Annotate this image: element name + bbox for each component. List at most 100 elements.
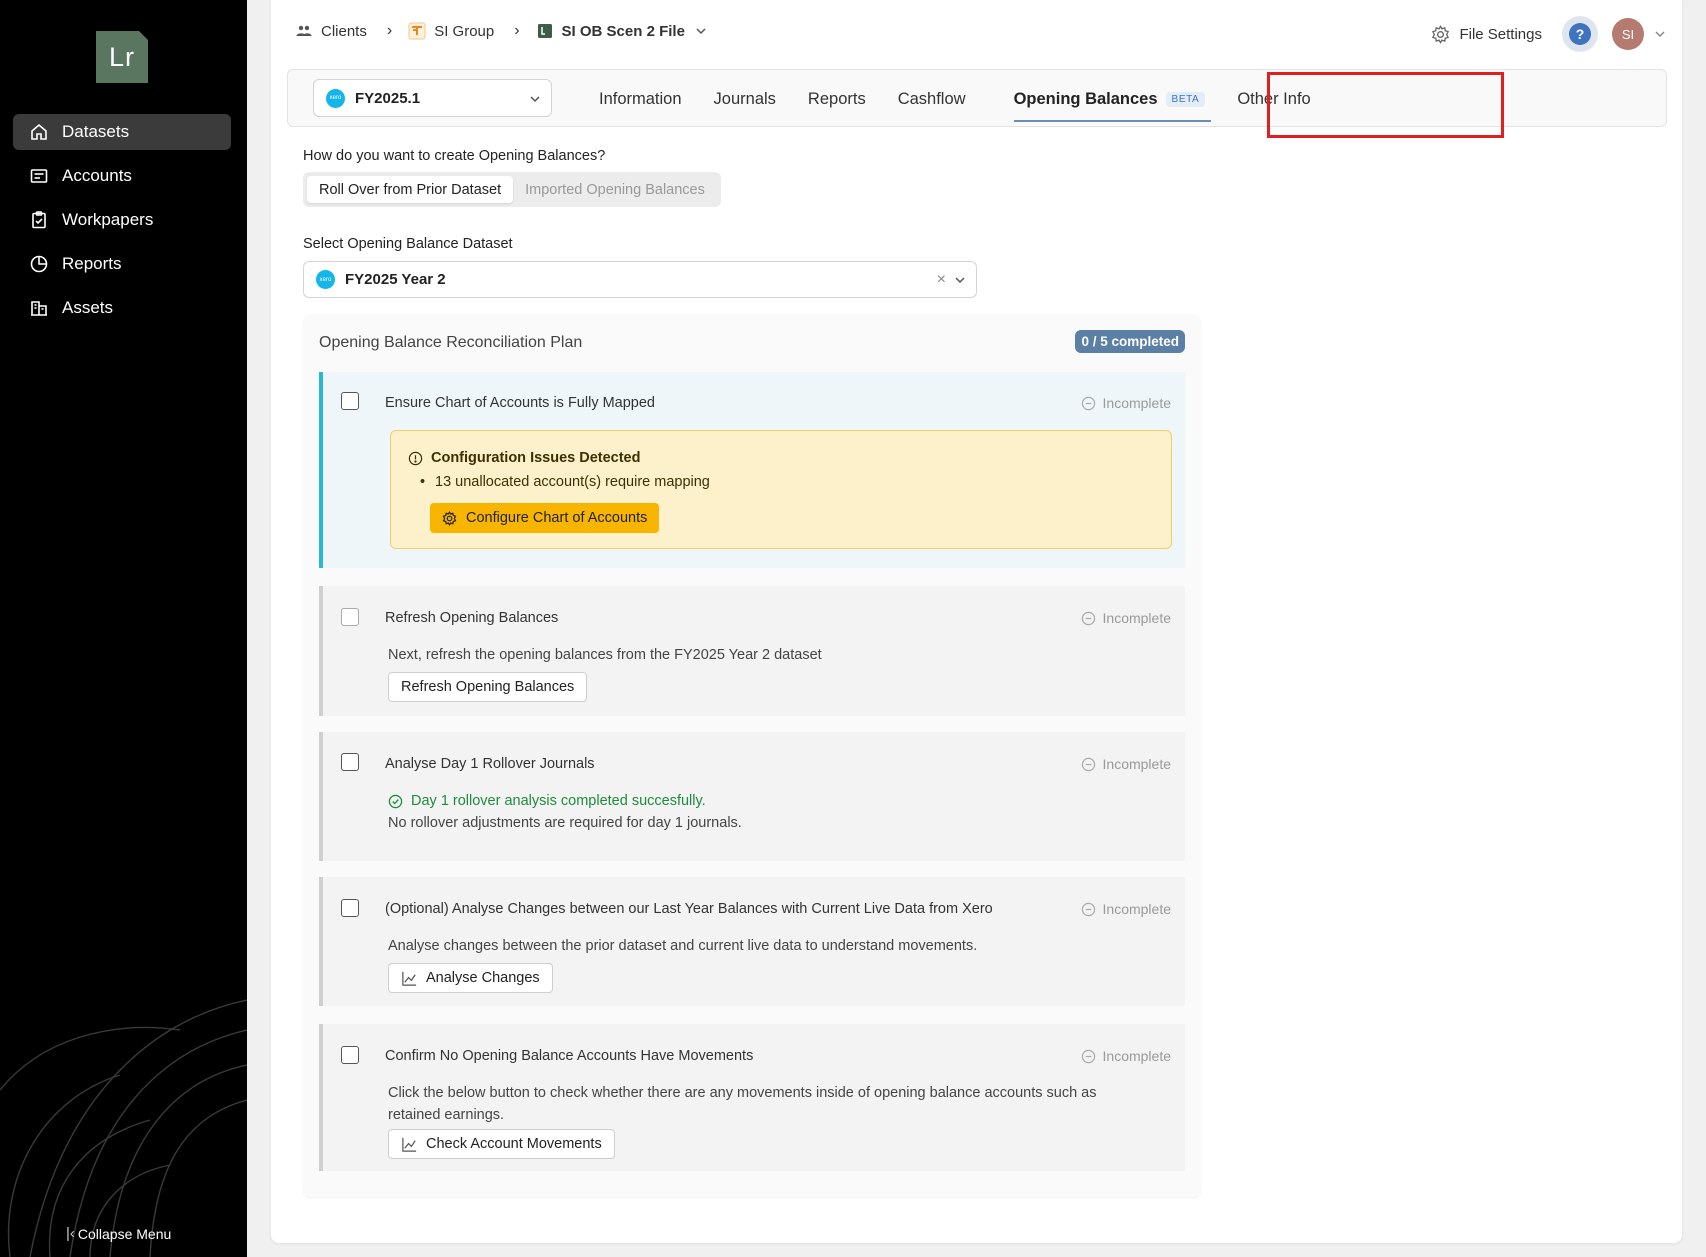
refresh-button-label: Refresh Opening Balances [401, 679, 575, 695]
step-title: (Optional) Analyse Changes between our L… [385, 901, 993, 917]
step-checkbox[interactable] [341, 608, 359, 626]
dataset-select-value: FY2025.1 [355, 89, 421, 107]
sidebar-nav: Datasets Accounts Workpapers Reports Ass… [13, 114, 231, 334]
plan-step: (Optional) Analyse Changes between our L… [319, 877, 1185, 1006]
app-logo: Lr [96, 31, 148, 83]
main-panel: Clients › SI Group › SI OB Scen 2 File F… [271, 0, 1682, 1243]
step-status-label: Incomplete [1102, 1048, 1171, 1064]
step-description: No rollover adjustments are required for… [388, 815, 742, 831]
check-movements-label: Check Account Movements [426, 1136, 602, 1152]
clipboard-icon [32, 211, 46, 229]
mode-rollover-button[interactable]: Roll Over from Prior Dataset [307, 176, 514, 203]
step-status-label: Incomplete [1102, 756, 1171, 772]
minus-circle-icon [1081, 1049, 1095, 1063]
plan-step: Confirm No Opening Balance Accounts Have… [319, 1024, 1185, 1171]
sidebar-item-workpapers[interactable]: Workpapers [13, 202, 231, 238]
dataset-select[interactable]: xero FY2025.1 [313, 79, 552, 117]
ob-dataset-select[interactable]: xero FY2025 Year 2 × [303, 261, 977, 298]
chevron-down-icon [955, 277, 965, 284]
check-circle-icon [388, 794, 403, 808]
gear-icon [442, 510, 457, 526]
sidebar: Lr Datasets Accounts Workpapers Reports … [0, 0, 247, 1257]
ob-dataset-value: FY2025 Year 2 [345, 271, 446, 288]
success-message: Day 1 rollover analysis completed succes… [388, 793, 706, 809]
clear-icon[interactable]: × [937, 271, 946, 289]
tab-journals[interactable]: Journals [714, 70, 776, 128]
sidebar-item-accounts[interactable]: Accounts [13, 158, 231, 194]
plan-title: Opening Balance Reconciliation Plan [319, 334, 583, 351]
step-checkbox[interactable] [341, 1046, 359, 1064]
success-text: Day 1 rollover analysis completed succes… [411, 793, 706, 809]
step-description: Next, refresh the opening balances from … [388, 647, 822, 663]
alert-title: Configuration Issues Detected [408, 450, 640, 466]
home-icon [31, 123, 47, 140]
chevron-down-icon[interactable] [695, 25, 707, 37]
avatar[interactable]: SI [1612, 18, 1644, 50]
plan-step: Refresh Opening Balances Incomplete Next… [319, 586, 1185, 716]
users-icon [296, 25, 312, 36]
chevron-right-icon: › [386, 22, 393, 39]
step-checkbox[interactable] [341, 392, 359, 410]
collapse-menu-button[interactable]: |‹ Collapse Menu [66, 1225, 171, 1242]
check-account-movements-button[interactable]: Check Account Movements [388, 1129, 615, 1159]
mode-imported-button[interactable]: Imported Opening Balances [513, 176, 717, 203]
trend-chart-icon [402, 971, 417, 986]
step-status-label: Incomplete [1102, 395, 1171, 411]
step-description: Analyse changes between the prior datase… [388, 938, 978, 954]
breadcrumb: Clients › SI Group › SI OB Scen 2 File [295, 22, 707, 40]
configure-chart-button-label: Configure Chart of Accounts [466, 510, 648, 526]
minus-circle-icon [1081, 396, 1095, 410]
tab-opening-balances[interactable]: Opening Balances BETA [998, 70, 1222, 128]
sidebar-item-label: Reports [62, 254, 122, 273]
ob-dataset-label: Select Opening Balance Dataset [303, 236, 513, 252]
sidebar-item-label: Workpapers [62, 210, 154, 229]
step-status: Incomplete [1081, 1048, 1171, 1064]
help-button[interactable]: ? [1562, 16, 1598, 52]
minus-circle-icon [1081, 757, 1095, 771]
file-settings-label: File Settings [1459, 25, 1542, 43]
step-status-label: Incomplete [1102, 901, 1171, 917]
file-logo-icon [537, 24, 552, 38]
step-status-label: Incomplete [1102, 610, 1171, 626]
collapse-menu-label: Collapse Menu [77, 1225, 172, 1242]
decorative-swirl [0, 999, 247, 1257]
plan-step: Ensure Chart of Accounts is Fully Mapped… [319, 372, 1185, 568]
mode-toggle: Roll Over from Prior Dataset Imported Op… [303, 172, 721, 207]
tab-bar: xero FY2025.1 Information Journals Repor… [287, 69, 1667, 127]
breadcrumb-group[interactable]: SI Group [408, 22, 494, 40]
tab-cashflow[interactable]: Cashflow [898, 70, 966, 128]
chevron-down-icon [530, 96, 540, 103]
xero-logo-icon: xero [326, 88, 345, 108]
breadcrumb-clients[interactable]: Clients [295, 22, 367, 40]
collapse-icon: |‹ [66, 1225, 75, 1242]
configure-chart-button[interactable]: Configure Chart of Accounts [430, 503, 660, 533]
breadcrumb-clients-label: Clients [321, 22, 367, 40]
plan-step: Analyse Day 1 Rollover Journals Incomple… [319, 732, 1185, 861]
tabs: Information Journals Reports Cashflow Op… [599, 70, 1343, 128]
tab-information[interactable]: Information [599, 70, 682, 128]
alert-info-icon [408, 451, 423, 465]
tab-other-info[interactable]: Other Info [1237, 70, 1310, 128]
help-icon: ? [1569, 23, 1591, 45]
breadcrumb-file[interactable]: SI OB Scen 2 File [536, 22, 707, 40]
file-settings-button[interactable]: File Settings [1431, 24, 1542, 44]
alert-list-item: 13 unallocated account(s) require mappin… [420, 474, 710, 490]
step-checbox[interactable] [341, 899, 359, 917]
minus-circle-icon [1081, 902, 1095, 916]
chevron-down-icon[interactable] [1654, 28, 1666, 40]
header-actions: File Settings ? SI [1431, 16, 1666, 52]
refresh-opening-balances-button[interactable]: Refresh Opening Balances [388, 672, 588, 702]
sidebar-item-reports[interactable]: Reports [13, 246, 231, 282]
sidebar-item-assets[interactable]: Assets [13, 290, 231, 326]
step-status: Incomplete [1081, 610, 1171, 626]
step-title: Refresh Opening Balances [385, 610, 559, 626]
step-checkbox[interactable] [341, 753, 359, 771]
progress-badge: 0 / 5 completed [1075, 330, 1185, 353]
tab-reports[interactable]: Reports [808, 70, 866, 128]
sidebar-item-datasets[interactable]: Datasets [13, 114, 231, 150]
step-status: Incomplete [1081, 901, 1171, 917]
building-icon [31, 301, 47, 316]
analyse-changes-button[interactable]: Analyse Changes [388, 963, 553, 993]
list-icon [30, 169, 48, 183]
step-title: Analyse Day 1 Rollover Journals [385, 756, 595, 772]
